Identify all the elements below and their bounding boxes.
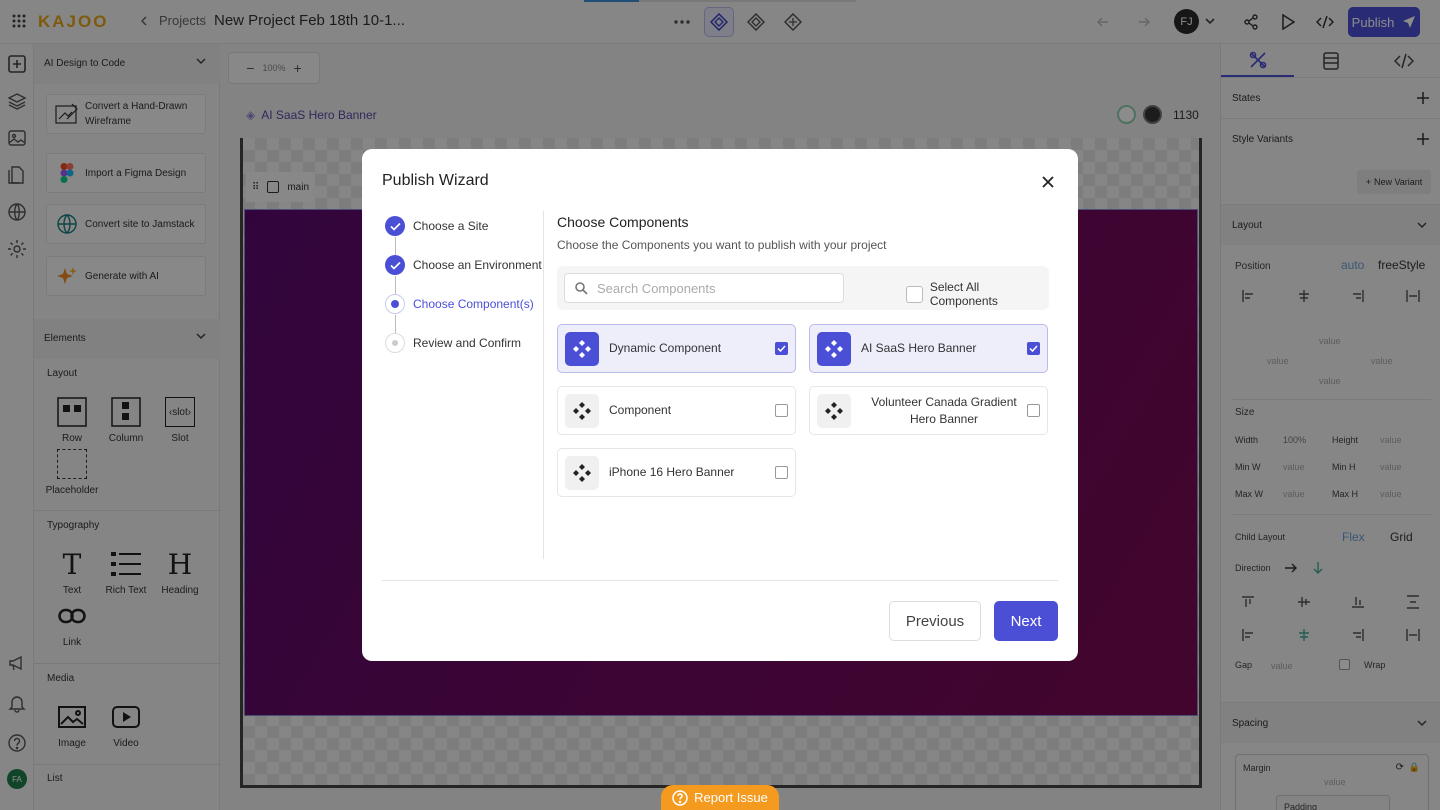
wizard-step-site[interactable]: Choose a Site [385,216,488,236]
component-name: AI SaaS Hero Banner [861,341,977,355]
check-icon [385,216,405,236]
help-circle-icon [672,789,688,806]
close-icon[interactable] [1039,173,1057,191]
component-item[interactable]: Dynamic Component [557,324,796,373]
component-checkbox[interactable] [775,404,788,417]
check-icon [385,255,405,275]
step-label: Choose an Environment [413,258,542,272]
component-item[interactable]: AI SaaS Hero Banner [809,324,1048,373]
search-toolbar: Search Components Select All Components [557,266,1049,310]
select-all-label: Select All Components [929,280,998,308]
component-icon [565,393,599,428]
section-subheading: Choose the Components you want to publis… [557,238,887,252]
component-icon [565,331,599,366]
component-item[interactable]: Volunteer Canada Gradient Hero Banner [809,386,1048,435]
step-connector [395,276,396,294]
step-label: Review and Confirm [413,336,522,350]
component-name: Component [609,403,672,417]
step-label: Choose Component(s) [413,297,534,311]
component-icon [817,393,851,428]
component-name: Volunteer Canada Gradient Hero Banner [871,394,1017,426]
publish-wizard-dialog: Publish Wizard Choose a Site Choose an E… [362,149,1078,661]
step-connector [395,315,396,333]
step-connector [395,237,396,255]
component-name: Dynamic Component [609,341,722,355]
pending-step-icon [385,333,405,353]
previous-button[interactable]: Previous [889,601,981,641]
dialog-title: Publish Wizard [382,172,489,189]
select-all-checkbox[interactable] [906,285,923,303]
search-components-input[interactable]: Search Components [564,273,844,303]
component-checkbox[interactable] [775,466,788,479]
current-step-icon [385,294,405,314]
component-name: iPhone 16 Hero Banner [609,465,735,479]
select-all-control[interactable]: Select All Components [906,280,1049,308]
step-label: Choose a Site [413,219,489,233]
section-heading: Choose Components [557,214,689,230]
next-button[interactable]: Next [994,601,1058,641]
component-checkbox-checked[interactable] [1027,342,1040,355]
component-item[interactable]: Component [557,386,796,435]
report-issue-button[interactable]: Report Issue [661,785,779,810]
component-checkbox-checked[interactable] [775,342,788,355]
divider [382,580,1058,581]
search-icon [575,282,588,295]
component-icon [817,331,851,366]
component-icon [565,455,599,490]
component-checkbox[interactable] [1027,404,1040,417]
report-issue-label: Report Issue [694,790,768,805]
wizard-step-components[interactable]: Choose Component(s) [385,294,534,314]
divider [543,211,544,559]
wizard-step-environment[interactable]: Choose an Environment [385,255,542,275]
component-item[interactable]: iPhone 16 Hero Banner [557,448,796,497]
wizard-step-review[interactable]: Review and Confirm [385,333,521,353]
